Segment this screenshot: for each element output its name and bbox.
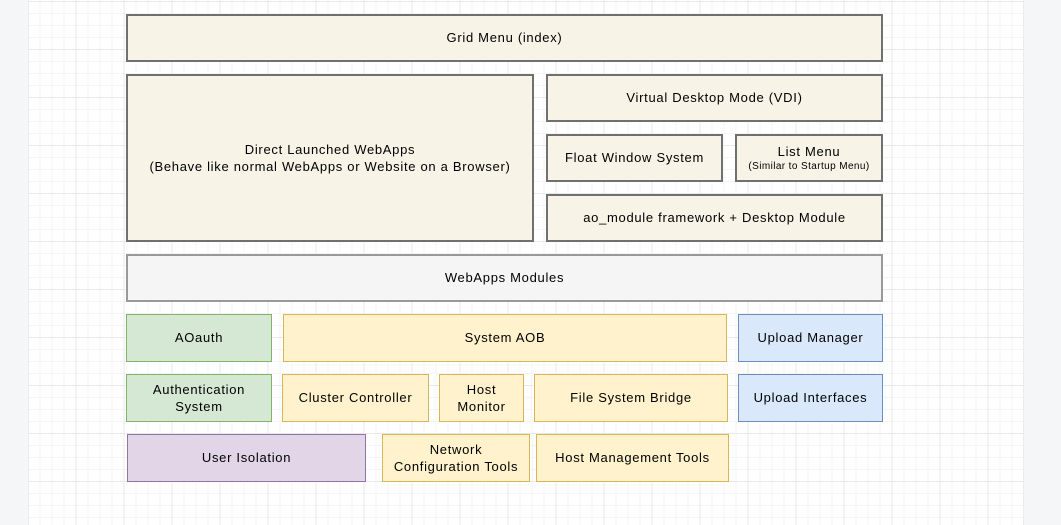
node-user-isolation[interactable]: User Isolation — [127, 434, 366, 482]
node-webapps-modules[interactable]: WebApps Modules — [126, 254, 883, 302]
node-ao-module-framework[interactable]: ao_module framework + Desktop Module — [546, 194, 883, 242]
node-user-isolation-label: User Isolation — [198, 449, 295, 466]
node-host-management-tools[interactable]: Host Management Tools — [536, 434, 729, 482]
node-virtual-desktop-mode[interactable]: Virtual Desktop Mode (VDI) — [546, 74, 883, 122]
node-upload-interfaces-label: Upload Interfaces — [750, 389, 872, 406]
node-direct-webapps[interactable]: Direct Launched WebApps (Behave like nor… — [126, 74, 534, 242]
node-file-system-bridge-label: File System Bridge — [566, 389, 696, 406]
node-direct-webapps-label: Direct Launched WebApps (Behave like nor… — [145, 141, 514, 175]
node-list-menu[interactable]: List Menu(Similar to Startup Menu) — [735, 134, 883, 182]
node-cluster-controller[interactable]: Cluster Controller — [282, 374, 429, 422]
node-host-monitor-label: Host Monitor — [453, 381, 509, 415]
node-virtual-desktop-mode-label: Virtual Desktop Mode (VDI) — [622, 89, 806, 106]
node-float-window-system-label: Float Window System — [561, 149, 708, 166]
node-list-menu-label: List Menu — [774, 143, 845, 160]
node-authentication-system[interactable]: Authentication System — [126, 374, 272, 422]
node-network-config-tools-label: Network Configuration Tools — [390, 441, 522, 475]
node-network-config-tools[interactable]: Network Configuration Tools — [382, 434, 530, 482]
node-aoauth-label: AOauth — [171, 329, 227, 346]
node-host-monitor[interactable]: Host Monitor — [439, 374, 524, 422]
node-grid-menu[interactable]: Grid Menu (index) — [126, 14, 883, 62]
diagram-nodes-layer: Grid Menu (index) Direct Launched WebApps… — [0, 0, 1061, 525]
node-float-window-system[interactable]: Float Window System — [546, 134, 723, 182]
diagram-viewport: Grid Menu (index) Direct Launched WebApps… — [0, 0, 1061, 525]
node-aoauth[interactable]: AOauth — [126, 314, 272, 362]
node-host-management-tools-label: Host Management Tools — [551, 449, 714, 466]
node-list-menu-sublabel: (Similar to Startup Menu) — [748, 160, 869, 173]
node-upload-manager-label: Upload Manager — [754, 329, 868, 346]
node-file-system-bridge[interactable]: File System Bridge — [534, 374, 728, 422]
node-webapps-modules-label: WebApps Modules — [441, 269, 568, 286]
node-upload-interfaces[interactable]: Upload Interfaces — [738, 374, 883, 422]
node-upload-manager[interactable]: Upload Manager — [738, 314, 883, 362]
node-system-aob[interactable]: System AOB — [283, 314, 727, 362]
node-cluster-controller-label: Cluster Controller — [295, 389, 417, 406]
node-grid-menu-label: Grid Menu (index) — [443, 29, 567, 46]
node-ao-module-framework-label: ao_module framework + Desktop Module — [579, 209, 850, 226]
node-authentication-system-label: Authentication System — [149, 381, 249, 415]
node-system-aob-label: System AOB — [461, 329, 550, 346]
